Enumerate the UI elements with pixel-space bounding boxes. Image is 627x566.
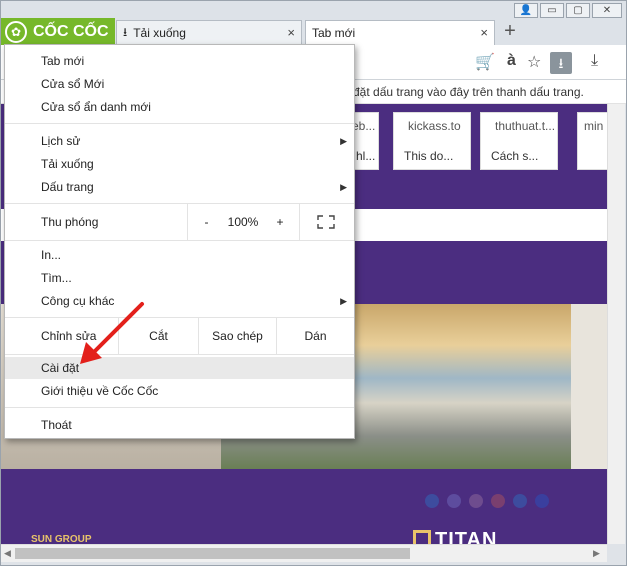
tab-close-icon[interactable]: × [480,25,488,40]
sponsor-name: TITAN [435,529,498,544]
tile-title: Cách s... [491,149,539,163]
scroll-left-icon[interactable]: ◀ [4,548,11,559]
carousel-dot[interactable] [469,494,483,508]
zoom-level: 100% [227,215,259,229]
window-controls: 👤 ▭ ▢ ✕ [514,3,622,18]
menu-item-find[interactable]: Tìm... [5,267,354,289]
menu-item-label: Dấu trang [41,180,94,194]
menu-item-about[interactable]: Giới thiệu về Cốc Cốc [5,380,354,402]
bookmarks-hint: đặt dấu trang vào đây trên thanh dấu tra… [353,85,584,99]
paste-button[interactable]: Dán [276,318,354,354]
tab-label: Tab mới [312,26,356,40]
copy-button[interactable]: Sao chép [198,318,276,354]
submenu-arrow-icon: ▶ [340,296,347,306]
carousel-dots [425,494,549,508]
download-icon[interactable]: ⭳ [550,52,572,74]
menu-divider [5,407,354,408]
zoom-label: Thu phóng [41,215,99,229]
scrollbar-thumb[interactable] [15,548,410,559]
download-tray-icon[interactable]: ⤓ [591,52,598,72]
menu-item-new-tab[interactable]: Tab mới [5,50,354,72]
menu-zoom-row: Thu phóng - 100% + [5,204,354,240]
language-icon[interactable]: à [507,52,516,72]
new-tab-button[interactable]: + [498,20,522,44]
menu-item-history[interactable]: Lịch sử ▶ [5,130,354,152]
cart-icon[interactable]: 🛒 [475,52,495,72]
sponsor-logo-titan: TITAN [413,529,497,544]
tab-new-tab[interactable]: Tab mới × [305,20,495,45]
scroll-right-icon[interactable]: ▶ [593,548,600,559]
menu-item-incognito[interactable]: Cửa sổ ẩn danh mới [5,96,354,118]
red-arrow-annotation [80,302,144,364]
menu-item-print[interactable]: In... [5,244,354,266]
carousel-dot[interactable] [447,494,461,508]
speed-dial-tile[interactable]: thuthuat.t... Cách s... [480,112,558,170]
profile-button[interactable]: 👤 [514,3,538,18]
tab-downloads[interactable]: ⭳ Tải xuống × [116,20,302,45]
menu-item-bookmarks[interactable]: Dấu trang ▶ [5,176,354,198]
tile-url: thuthuat.t... [495,119,556,133]
carousel-dot[interactable] [535,494,549,508]
titan-icon [413,530,431,544]
star-icon[interactable]: ☆ [527,52,541,72]
zoom-out-button[interactable]: - [187,204,225,240]
menu-divider [5,354,354,355]
download-icon: ⭳ [123,24,128,39]
tile-title: hl... [356,149,376,163]
speed-dial-tile[interactable]: min [577,112,607,170]
tab-label: Tải xuống [133,26,186,40]
minimize-button[interactable]: ▭ [540,3,564,18]
menu-item-more-tools[interactable]: Công cụ khác ▶ [5,290,354,312]
banner-image-right [571,304,607,469]
carousel-dot[interactable] [491,494,505,508]
carousel-dot[interactable] [513,494,527,508]
submenu-arrow-icon: ▶ [340,182,347,192]
tab-close-icon[interactable]: × [287,25,295,40]
menu-item-label: In... [41,248,62,262]
menu-item-label: Tìm... [41,271,72,285]
menu-item-label: Tải xuống [41,157,94,171]
brand-label: CỐC CỐC [33,22,109,40]
menu-divider [5,240,354,241]
close-window-button[interactable]: ✕ [592,3,622,18]
menu-item-settings[interactable]: Cài đặt [5,357,354,379]
menu-item-exit[interactable]: Thoát [5,414,354,436]
horizontal-scrollbar[interactable]: ◀ ▶ [1,544,607,562]
menu-edit-row: Chỉnh sửa Cắt Sao chép Dán [5,318,354,354]
menu-item-downloads[interactable]: Tải xuống [5,153,354,175]
carousel-dot[interactable] [425,494,439,508]
tile-title: This do... [404,149,454,163]
coccoc-logo-icon: ✿ [5,20,27,43]
submenu-arrow-icon: ▶ [340,136,347,146]
menu-item-label: Lịch sử [41,134,81,148]
coccoc-menu-button[interactable]: ✿ CỐC CỐC [1,18,115,45]
maximize-button[interactable]: ▢ [566,3,590,18]
tile-url: eb... [352,119,376,133]
menu-item-new-window[interactable]: Cửa sổ Mới [5,73,354,95]
fullscreen-icon [317,215,335,229]
sponsor-logo-sungroup: SUN GROUP [31,534,92,544]
vertical-scrollbar[interactable] [607,104,625,544]
tile-url: min [584,119,604,133]
main-menu: Tab mới Cửa sổ Mới Cửa sổ ẩn danh mới Lị… [4,44,355,439]
tile-url: kickass.to [408,119,461,133]
menu-divider [5,123,354,124]
fullscreen-button[interactable] [299,204,354,240]
zoom-in-button[interactable]: + [261,204,299,240]
speed-dial-tile[interactable]: kickass.to This do... [393,112,471,170]
